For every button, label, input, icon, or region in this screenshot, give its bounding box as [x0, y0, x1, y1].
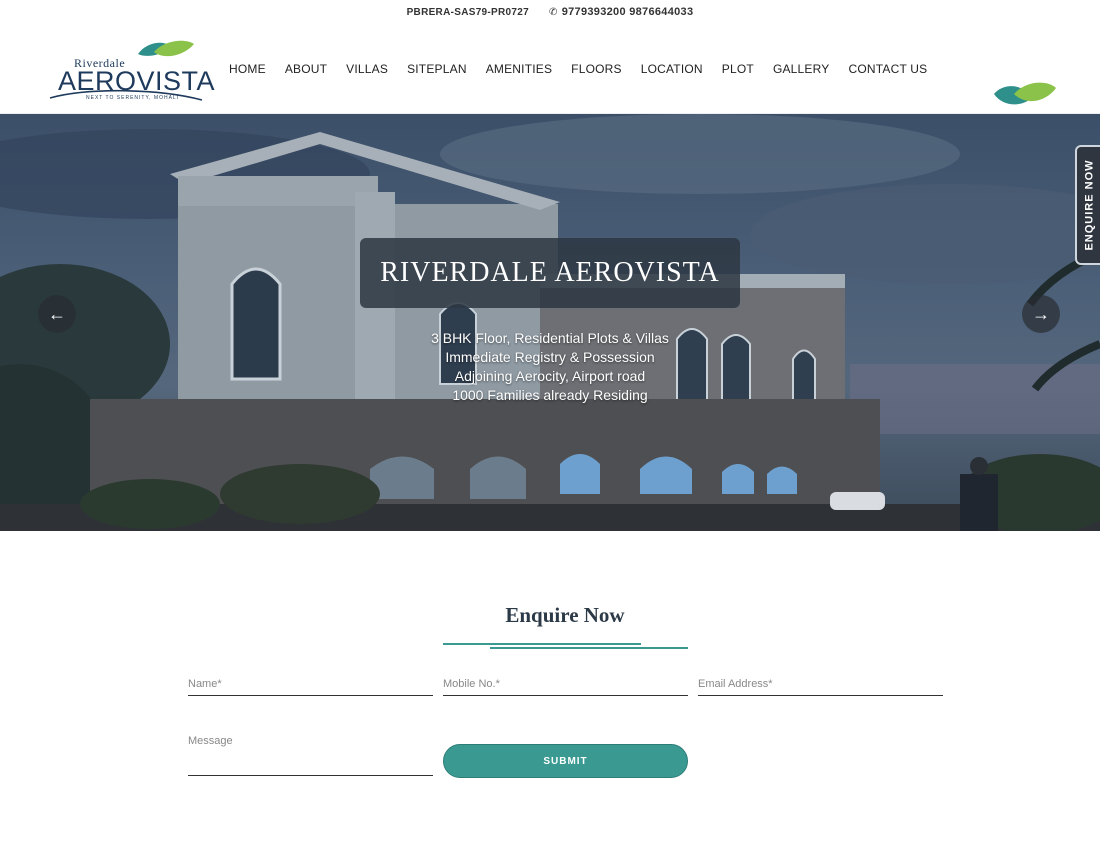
rera-number: PBRERA-SAS79-PR0727 [406, 6, 529, 18]
enquire-now-side-tab[interactable]: ENQUIRE NOW [1075, 145, 1100, 265]
message-field [188, 735, 433, 776]
main-nav: HOME ABOUT VILLAS SITEPLAN AMENITIES FLO… [229, 62, 927, 76]
nav-contact-us[interactable]: CONTACT US [848, 62, 927, 76]
hero-feature-line: 3 BHK Floor, Residential Plots & Villas [431, 330, 669, 346]
slider-prev-button[interactable]: ← [38, 295, 76, 333]
hero-background-image [0, 114, 1100, 531]
hero-feature-line: Immediate Registry & Possession [445, 349, 655, 365]
enquire-now-tab-label: ENQUIRE NOW [1084, 159, 1096, 251]
phone-info[interactable]: ✆ 9779393200 9876644033 [549, 6, 693, 18]
arrow-left-icon: ← [48, 303, 66, 324]
email-input[interactable] [698, 672, 943, 695]
phone-icon: ✆ [549, 6, 558, 18]
nav-amenities[interactable]: AMENITIES [486, 62, 552, 76]
name-input[interactable] [188, 672, 433, 695]
site-logo[interactable]: Riverdale AEROVISTA NEXT TO SERENITY, MO… [46, 40, 215, 104]
name-field [188, 672, 433, 696]
logo-name-big: AEROVISTA [58, 66, 216, 96]
leaf-icon [990, 80, 1060, 117]
top-info-bar: PBRERA-SAS79-PR0727 ✆ 9779393200 9876644… [0, 0, 1100, 24]
mobile-field [443, 672, 688, 696]
hero-features: 3 BHK Floor, Residential Plots & Villas … [400, 329, 700, 405]
title-underline [443, 643, 641, 645]
message-input[interactable] [188, 735, 433, 775]
nav-about[interactable]: ABOUT [285, 62, 327, 76]
arrow-right-icon: → [1032, 303, 1050, 324]
site-header: Riverdale AEROVISTA NEXT TO SERENITY, MO… [0, 24, 1100, 114]
title-underline [490, 647, 688, 649]
mobile-input[interactable] [443, 672, 688, 695]
logo-tagline: NEXT TO SERENITY, MOHALI [86, 95, 180, 101]
slider-next-button[interactable]: → [1022, 295, 1060, 333]
nav-location[interactable]: LOCATION [641, 62, 703, 76]
enquiry-form-title: Enquire Now [505, 603, 625, 627]
nav-gallery[interactable]: GALLERY [773, 62, 830, 76]
hero-feature-line: Adjoining Aerocity, Airport road [454, 368, 646, 384]
hero-slider: RIVERDALE AEROVISTA 3 BHK Floor, Residen… [0, 114, 1100, 531]
nav-home[interactable]: HOME [229, 62, 266, 76]
hero-feature-line: 1000 Families already Residing [452, 387, 648, 403]
nav-plot[interactable]: PLOT [722, 62, 754, 76]
email-field [698, 672, 943, 696]
nav-floors[interactable]: FLOORS [571, 62, 622, 76]
nav-siteplan[interactable]: SITEPLAN [407, 62, 467, 76]
hero-title: RIVERDALE AEROVISTA [360, 238, 740, 308]
phone-numbers: 9779393200 9876644033 [561, 6, 694, 18]
nav-villas[interactable]: VILLAS [346, 62, 388, 76]
submit-button[interactable]: SUBMIT [443, 744, 688, 778]
